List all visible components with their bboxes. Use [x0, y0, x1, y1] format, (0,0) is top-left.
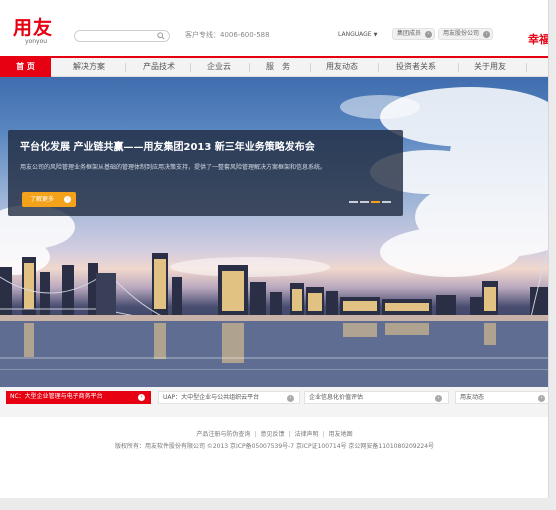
language-label: LANGUAGE — [338, 31, 372, 38]
site-header: 用友 yonyou 客户专线：4006-600-588 LANGUAGE ▼ 集团… — [0, 0, 549, 56]
main-navigation: 首 页 解决方案 产品技术 企业云 服 务 用友动态 投资者关系 关于用友 — [0, 56, 548, 77]
chevron-down-icon: ▼ — [373, 32, 378, 38]
nav-item-enterprise-cloud[interactable]: 企业云 — [207, 58, 231, 76]
learn-more-button[interactable]: 了解更多 › — [22, 192, 76, 207]
tab-it-value-assessment[interactable]: 企业信息化价值评估 › — [304, 391, 449, 404]
tab-label: 企业信息化价值评估 — [309, 394, 364, 401]
carousel-dot[interactable] — [360, 201, 369, 203]
banner-description: 用友公司的风险管理业务框架从基础的管理体制到应用决策支持，提供了一整套风险管理解… — [20, 164, 327, 171]
nav-divider — [249, 63, 250, 72]
nav-item-home[interactable]: 首 页 — [0, 56, 51, 77]
banner-title[interactable]: 平台化发展 产业链共赢——用友集团2013 新三年业务策略发布会 — [20, 141, 315, 155]
group-members-link[interactable]: 集团成员 › — [392, 28, 436, 40]
nav-divider — [310, 63, 311, 72]
arrow-right-icon: › — [138, 394, 145, 401]
search-input[interactable] — [74, 30, 170, 42]
nav-divider — [378, 63, 379, 72]
copyright-text: 版权所有：用友软件股份有限公司 ©2013 京ICP备05007539号-7 京… — [114, 443, 435, 450]
search-icon[interactable] — [157, 32, 165, 40]
nav-item-news[interactable]: 用友动态 — [326, 58, 358, 76]
group-members-label: 集团成员 — [397, 30, 422, 37]
banner-caption: 平台化发展 产业链共赢——用友集团2013 新三年业务策略发布会 用友公司的风险… — [8, 130, 403, 216]
footer-divider: | — [254, 431, 257, 438]
carousel-dot[interactable] — [382, 201, 391, 203]
nav-divider — [190, 63, 191, 72]
arrow-right-icon: › — [435, 395, 442, 402]
carousel-dot-active[interactable] — [371, 201, 380, 203]
footer-link-legal[interactable]: 法律声明 — [295, 431, 319, 438]
footer-divider: | — [322, 431, 325, 438]
footer-divider: | — [288, 431, 291, 438]
learn-more-label: 了解更多 — [30, 196, 55, 203]
feature-tabs: NC：大型企业管理与电子商务平台 › UAP：大中型企业与公共组织云平台 › 企… — [0, 387, 548, 417]
arrow-right-icon: › — [538, 395, 545, 402]
footer-link-map[interactable]: 用友地图 — [329, 431, 353, 438]
logo-english: yonyou — [25, 38, 48, 45]
footer-links: 产品注册与防伪查询 | 意见反馈 | 法律声明 | 用友地图 — [0, 430, 548, 439]
tab-nc-platform[interactable]: NC：大型企业管理与电子商务平台 › — [6, 391, 151, 404]
yonyou-homepage: 用友 yonyou 客户专线：4006-600-588 LANGUAGE ▼ 集团… — [0, 0, 549, 498]
hero-banner[interactable]: 平台化发展 产业链共赢——用友集团2013 新三年业务策略发布会 用友公司的风险… — [0, 77, 548, 387]
tab-news[interactable]: 用友动态 › — [455, 391, 548, 404]
tab-label: UAP：大中型企业与公共组织云平台 — [163, 394, 260, 401]
arrow-right-icon: › — [425, 31, 433, 38]
yonyou-logo[interactable]: 用友 yonyou — [13, 17, 59, 46]
nav-item-about[interactable]: 关于用友 — [474, 58, 506, 76]
nav-divider — [125, 63, 126, 72]
tab-label: 用友动态 — [460, 394, 485, 401]
nav-item-investor-relations[interactable]: 投资者关系 — [396, 58, 436, 76]
nav-item-services[interactable]: 服 务 — [266, 58, 290, 76]
nav-item-products[interactable]: 产品技术 — [143, 58, 175, 76]
arrow-right-icon: › — [64, 196, 71, 203]
yonyou-software-label: 用友股份公司 — [443, 30, 480, 37]
nav-item-solutions[interactable]: 解决方案 — [73, 58, 105, 76]
tab-uap-platform[interactable]: UAP：大中型企业与公共组织云平台 › — [158, 391, 300, 404]
logo-chinese: 用友 — [13, 17, 54, 39]
nav-divider — [458, 63, 459, 72]
arrow-right-icon: › — [483, 31, 491, 38]
yonyou-software-link[interactable]: 用友股份公司 › — [438, 28, 494, 40]
carousel-indicator — [349, 201, 399, 205]
arrow-right-icon: › — [287, 395, 294, 402]
footer-link-registration[interactable]: 产品注册与防伪查询 — [196, 431, 250, 438]
tab-label: NC：大型企业管理与电子商务平台 — [10, 393, 103, 400]
nav-divider — [526, 63, 527, 72]
brand-slogan: 幸福 — [528, 33, 549, 46]
city-skyline-image — [0, 87, 548, 387]
site-footer: 产品注册与防伪查询 | 意见反馈 | 法律声明 | 用友地图 版权所有：用友软件股份有限公司… — [0, 417, 548, 498]
footer-link-feedback[interactable]: 意见反馈 — [260, 431, 284, 438]
carousel-dot[interactable] — [349, 201, 358, 203]
language-selector[interactable]: LANGUAGE ▼ — [338, 30, 377, 40]
customer-hotline: 客户专线：4006-600-588 — [185, 31, 270, 39]
